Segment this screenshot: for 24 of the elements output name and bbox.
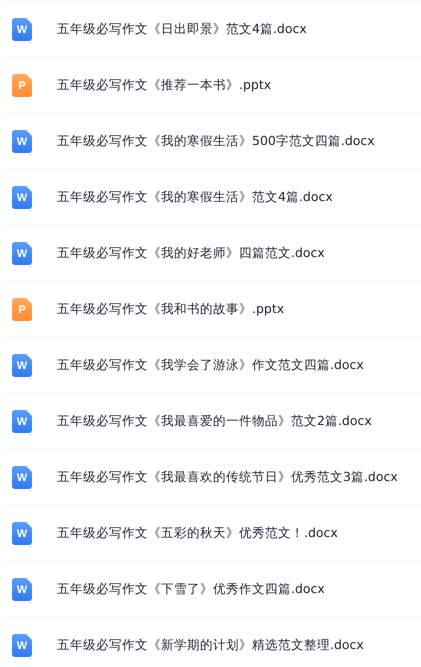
file-name[interactable]: 五年级必写作文《新学期的计划》精选范文整理.docx bbox=[57, 637, 364, 654]
file-name[interactable]: 五年级必写作文《我最喜爱的一件物品》范文2篇.docx bbox=[57, 413, 372, 430]
file-name[interactable]: 五年级必写作文《我学会了游泳》作文范文四篇.docx bbox=[57, 357, 364, 374]
document-icon: W bbox=[12, 354, 32, 377]
document-icon: W bbox=[12, 522, 32, 545]
document-icon: W bbox=[12, 634, 32, 657]
file-name[interactable]: 五年级必写作文《我的好老师》四篇范文.docx bbox=[57, 245, 325, 262]
document-icon: P bbox=[12, 74, 32, 97]
document-icon: W bbox=[12, 410, 32, 433]
document-icon: W bbox=[12, 242, 32, 265]
document-icon: W bbox=[12, 466, 32, 489]
file-name[interactable]: 五年级必写作文《我最喜欢的传统节日》优秀范文3篇.docx bbox=[57, 469, 398, 486]
file-name[interactable]: 五年级必写作文《五彩的秋天》优秀范文！.docx bbox=[57, 525, 338, 542]
file-name[interactable]: 五年级必写作文《我的寒假生活》范文4篇.docx bbox=[57, 189, 333, 206]
document-icon: W bbox=[12, 578, 32, 601]
file-name[interactable]: 五年级必写作文《推荐一本书》.pptx bbox=[57, 77, 272, 94]
document-icon: W bbox=[12, 130, 32, 153]
document-icon: P bbox=[12, 298, 32, 321]
document-icon: W bbox=[12, 186, 32, 209]
file-name[interactable]: 五年级必写作文《我的寒假生活》500字范文四篇.docx bbox=[57, 133, 375, 150]
file-name[interactable]: 五年级必写作文《日出即景》范文4篇.docx bbox=[57, 21, 307, 38]
document-icon: W bbox=[12, 18, 32, 41]
file-name[interactable]: 五年级必写作文《我和书的故事》.pptx bbox=[57, 301, 284, 318]
file-name[interactable]: 五年级必写作文《下雪了》优秀作文四篇.docx bbox=[57, 581, 325, 598]
